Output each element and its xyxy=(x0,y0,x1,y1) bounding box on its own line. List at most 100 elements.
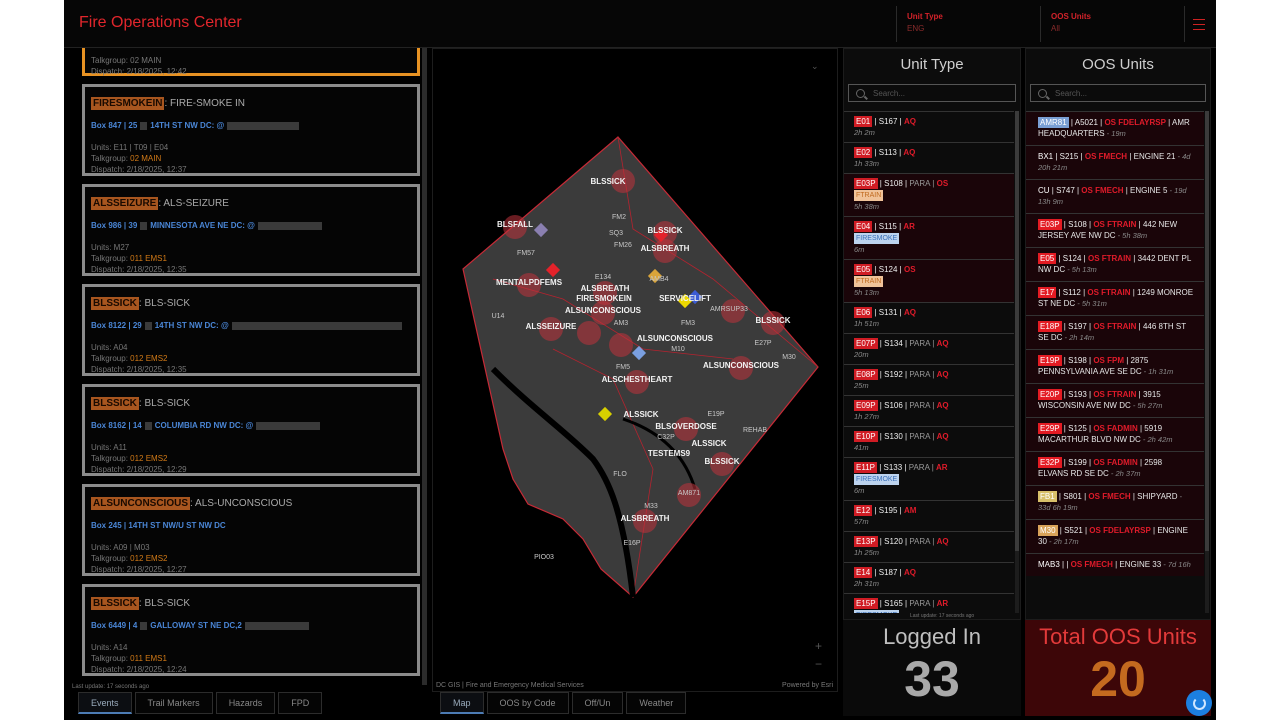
oos-row[interactable]: MAB3 | | OS FMECH | ENGINE 33 - 7d 16h xyxy=(1026,553,1204,576)
zoom-in-icon[interactable]: + xyxy=(815,639,822,653)
unit-row[interactable]: E05 | S124 | OS FTRAIN 5h 13m xyxy=(844,259,1014,302)
unit-row[interactable]: E11P | S133 | PARA | AR FIRESMOKE 6m xyxy=(844,457,1014,500)
incident-address[interactable]: Box 6449 | 4 GALLOWAY ST NE DC,2 xyxy=(91,621,411,630)
hamburger-menu-icon[interactable] xyxy=(1184,6,1216,42)
unit-status: OS xyxy=(903,265,916,274)
fire-ops-dashboard: Fire Operations Center Unit Type ENG OOS… xyxy=(64,0,1216,720)
incident-feed: Talkgroup: 02 MAIN Dispatch: 2/18/2025, … xyxy=(68,48,420,685)
map-label: ALSUNCONSCIOUS xyxy=(703,361,780,370)
unit-row[interactable]: E04 | S115 | AR FIRESMOKE 6m xyxy=(844,216,1014,259)
incident-card[interactable]: BLSSICK: BLS-SICK Box 8162 | 14 COLUMBIA R… xyxy=(82,384,420,476)
unit-id: MAB3 xyxy=(1038,560,1060,569)
unit-time: 5h 13m xyxy=(854,288,880,297)
incident-address[interactable]: Box 986 | 39 MINNESOTA AVE NE DC: @ xyxy=(91,221,411,230)
unit-type-scrollbar[interactable] xyxy=(1015,111,1019,613)
oos-units-search[interactable]: Search... xyxy=(1030,84,1206,102)
redacted xyxy=(257,221,322,230)
unit-row[interactable]: E12 | S195 | AM 57m xyxy=(844,500,1014,531)
tab-trail-markers[interactable]: Trail Markers xyxy=(134,692,213,714)
map-label: ALSSICK xyxy=(691,439,726,448)
incident-marker[interactable] xyxy=(609,333,633,357)
last-update: Last update: 17 seconds ago xyxy=(72,684,150,690)
map-canvas[interactable]: BLSSICK BLSFALL FM2 SQ3 BLSSICK FM26 ALSBREATH… xyxy=(433,49,838,692)
unit-row[interactable]: E07P | S134 | PARA | AQ 20m xyxy=(844,333,1014,364)
tab-fpd[interactable]: FPD xyxy=(278,692,323,714)
oos-units-filter[interactable]: OOS Units All xyxy=(1040,6,1184,42)
oos-row[interactable]: E03P | S108 | OS FTRAIN | 442 NEW JERSEY… xyxy=(1026,213,1204,247)
unit-row[interactable]: E03P | S108 | PARA | OS FTRAIN 5h 38m xyxy=(844,173,1014,216)
oos-time: - 5h 13m xyxy=(1065,265,1097,274)
refresh-icon[interactable] xyxy=(1186,690,1212,716)
oos-units-panel: OOS Units Search... AMR81 | A5021 | OS F… xyxy=(1025,48,1211,620)
unit-row[interactable]: E06 | S131 | AQ 1h 51m xyxy=(844,302,1014,333)
unit-line: E11P | S133 | PARA | AR xyxy=(854,462,1004,473)
incident-address[interactable]: Box 245 | 14TH ST NW/U ST NW DC xyxy=(91,521,411,530)
unit-id: E03P xyxy=(854,178,878,189)
units: Units: A14 xyxy=(91,643,128,652)
oos-row[interactable]: E18P | S197 | OS FTRAIN | 446 8TH ST SE … xyxy=(1026,315,1204,349)
oos-row[interactable]: FB1 | S801 | OS FMECH | SHIPYARD - 33d 6… xyxy=(1026,485,1204,519)
oos-row[interactable]: BX1 | S215 | OS FMECH | ENGINE 21 - 4d 2… xyxy=(1026,145,1204,179)
unit-time: 1h 27m xyxy=(854,412,880,421)
tab-weather[interactable]: Weather xyxy=(626,692,687,714)
unit-para: PARA | xyxy=(909,339,937,348)
incident-card[interactable]: ALSSEIZURE: ALS-SEIZURE Box 986 | 39 MINNE… xyxy=(82,184,420,276)
tab-map[interactable]: Map xyxy=(440,692,484,714)
map-label: MENTALPDFEMS xyxy=(496,278,563,287)
unit-type-search[interactable]: Search... xyxy=(848,84,1016,102)
unit-row[interactable]: E02 | S113 | AQ 1h 33m xyxy=(844,142,1014,173)
oos-units-scrollbar[interactable] xyxy=(1205,111,1209,613)
incident-card[interactable]: ALSUNCONSCIOUS: ALS-UNCONSCIOUS Box 245 |… xyxy=(82,484,420,576)
unit-id: E19P xyxy=(1038,355,1062,366)
incident-card[interactable]: Talkgroup: 02 MAIN Dispatch: 2/18/2025, … xyxy=(82,48,420,76)
map-label: BLSSICK xyxy=(704,457,739,466)
oos-row[interactable]: E17 | S112 | OS FTRAIN | 1249 MONROE ST … xyxy=(1026,281,1204,315)
dispatch-time: Dispatch: 2/18/2025, 12:37 xyxy=(91,165,187,174)
unit-row[interactable]: E09P | S106 | PARA | AQ 1h 27m xyxy=(844,395,1014,426)
unit-type-filter[interactable]: Unit Type ENG xyxy=(896,6,1038,42)
unit-id: E11P xyxy=(854,462,877,473)
unit-row[interactable]: E08P | S192 | PARA | AQ 25m xyxy=(844,364,1014,395)
unit-status: OS xyxy=(936,179,949,188)
incident-address[interactable]: Box 8162 | 14 COLUMBIA RD NW DC: @ xyxy=(91,421,411,430)
incident-address[interactable]: Box 8122 | 29 14TH ST NW DC: @ xyxy=(91,321,411,330)
incident-card[interactable]: FIRESMOKEIN: FIRE-SMOKE IN Box 847 | 25 14… xyxy=(82,84,420,176)
oos-row[interactable]: E20P | S193 | OS FTRAIN | 3915 WISCONSIN… xyxy=(1026,383,1204,417)
oos-row[interactable]: AMR81 | A5021 | OS FDELAYRSP | AMR HEADQ… xyxy=(1026,111,1204,145)
incident-address[interactable]: Box 847 | 25 14TH ST NW DC: @ xyxy=(91,121,411,130)
unit-row[interactable]: E10P | S130 | PARA | AQ 41m xyxy=(844,426,1014,457)
unit-row[interactable]: E13P | S120 | PARA | AQ 1h 25m xyxy=(844,531,1014,562)
map-label: BLSSICK xyxy=(755,316,790,325)
oos-row[interactable]: E29P | S125 | OS FADMIN | 5919 MACARTHUR… xyxy=(1026,417,1204,451)
unit-row[interactable]: E14 | S187 | AQ 2h 31m xyxy=(844,562,1014,593)
feed-scrollbar[interactable] xyxy=(422,48,427,685)
tab-events[interactable]: Events xyxy=(78,692,132,714)
card-meta: Units: A04 Talkgroup: 012 EMS2 Dispatch: 2… xyxy=(91,342,411,375)
oos-row[interactable]: E19P | S198 | OS FPM | 2875 PENNSYLVANIA… xyxy=(1026,349,1204,383)
oos-row[interactable]: CU | S747 | OS FMECH | ENGINE 5 - 19d 13… xyxy=(1026,179,1204,213)
incident-map[interactable]: BLSSICK BLSFALL FM2 SQ3 BLSSICK FM26 ALSBREATH… xyxy=(432,48,838,692)
incident-code: BLSSICK xyxy=(91,297,139,310)
oos-row[interactable]: E05 | S124 | OS FTRAIN | 3442 DENT PL NW… xyxy=(1026,247,1204,281)
filter-label: OOS Units xyxy=(1051,12,1092,21)
incident-card[interactable]: BLSSICK: BLS-SICK Box 8122 | 29 14TH ST NW… xyxy=(82,284,420,376)
incident-card[interactable]: BLSSICK: BLS-SICK Box 6449 | 4 GALLOWAY ST… xyxy=(82,584,420,676)
unit-station: | S195 | xyxy=(872,506,904,515)
incident-marker[interactable] xyxy=(577,321,601,345)
oos-row[interactable]: E32P | S199 | OS FADMIN | 2598 ELVANS RD… xyxy=(1026,451,1204,485)
box-number: Box 8122 | 29 xyxy=(91,321,142,330)
collapse-chevron-icon[interactable]: ⌄ xyxy=(811,61,819,72)
unit-row[interactable]: E15P | S165 | PARA | ARFIRESMOKE6m xyxy=(844,593,1014,613)
unit-tag: FTRAIN xyxy=(854,276,884,287)
unit-row[interactable]: E01 | S167 | AQ 2h 2m xyxy=(844,111,1014,142)
tab-oos-by-code[interactable]: OOS by Code xyxy=(486,692,569,714)
tab-hazards[interactable]: Hazards xyxy=(215,692,276,714)
unit-station: | S112 | xyxy=(1056,288,1088,297)
unit-id: E07P xyxy=(854,338,878,349)
zoom-out-icon[interactable]: − xyxy=(815,657,822,671)
oos-row[interactable]: M30 | S521 | OS FDELAYRSP | ENGINE 30 - … xyxy=(1026,519,1204,553)
map-label: ALSUNCONSCIOUS xyxy=(565,306,642,315)
unit-status: AQ xyxy=(936,432,949,441)
tab-off-un[interactable]: Off/Un xyxy=(571,692,624,714)
unit-line: E06 | S131 | AQ xyxy=(854,307,1004,318)
